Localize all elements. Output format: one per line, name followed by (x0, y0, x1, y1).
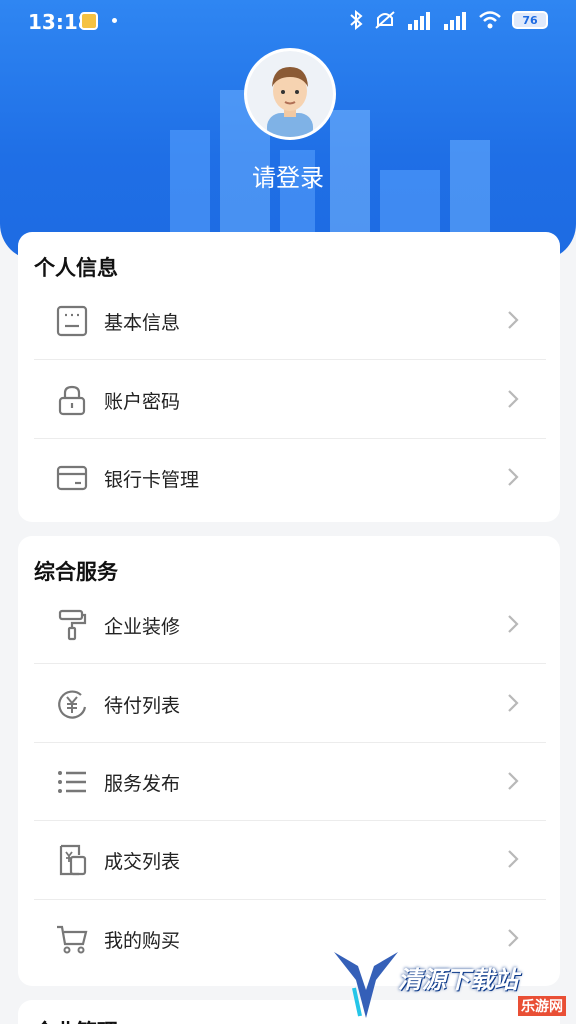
chevron-right-icon (508, 850, 519, 868)
services-title: 综合服务 (34, 560, 118, 584)
list-icon (54, 764, 90, 800)
divider (34, 663, 546, 664)
chevron-right-icon (508, 615, 519, 633)
menu-item-label: 我的购买 (104, 929, 181, 952)
personal-info-card: 个人信息 基本信息 账户密码 银行卡管理 (18, 232, 560, 522)
menu-item-account-password[interactable]: 账户密码 (34, 361, 546, 439)
watermark-subtext: 乐游网 (518, 996, 566, 1016)
status-bar: 13:18 76 (0, 0, 576, 44)
receipt-icon (54, 842, 90, 878)
menu-item-basic-info[interactable]: 基本信息 (34, 282, 546, 360)
personal-info-title: 个人信息 (34, 256, 118, 280)
wifi-icon (479, 11, 501, 29)
menu-item-label: 银行卡管理 (104, 468, 200, 491)
user-avatar-icon (247, 51, 333, 137)
watermark-text: 清源下载站 (398, 966, 518, 994)
chevron-right-icon (508, 390, 519, 408)
id-card-icon (54, 303, 90, 339)
menu-item-enterprise-decoration[interactable]: 企业装修 (34, 586, 546, 664)
bank-card-icon (54, 460, 90, 496)
menu-item-label: 成交列表 (104, 850, 181, 873)
services-card: 综合服务 企业装修 待付列表 服务发布 成交列表 我的购买 (18, 536, 560, 986)
menu-item-pending-payment[interactable]: 待付列表 (34, 665, 546, 743)
lock-icon (54, 382, 90, 418)
menu-item-service-publish[interactable]: 服务发布 (34, 743, 546, 821)
chevron-right-icon (508, 694, 519, 712)
divider (34, 359, 546, 360)
menu-item-label: 基本信息 (104, 311, 181, 334)
profile-header: 13:18 76 请登录 (0, 0, 576, 260)
signal-icon-2 (444, 12, 466, 30)
mute-icon (375, 11, 395, 29)
menu-item-label: 服务发布 (104, 772, 181, 795)
chevron-right-icon (508, 468, 519, 486)
chevron-right-icon (508, 772, 519, 790)
status-icons: 76 (348, 10, 548, 30)
bluetooth-icon (350, 10, 363, 30)
menu-item-label: 账户密码 (104, 390, 181, 413)
battery-indicator: 76 (512, 11, 548, 29)
cart-icon (54, 921, 90, 957)
watermark-logo: 清源下载站 乐游网 (332, 946, 576, 1024)
notification-dot-icon (112, 18, 117, 23)
menu-item-label: 待付列表 (104, 694, 181, 717)
login-link[interactable]: 请登录 (0, 158, 576, 193)
enterprise-management-title: 企业管理 (34, 1016, 118, 1024)
avatar[interactable] (244, 48, 336, 140)
yen-circle-icon (54, 686, 90, 722)
notification-app-icon (80, 12, 98, 30)
menu-item-deal-list[interactable]: 成交列表 (34, 821, 546, 899)
menu-item-label: 企业装修 (104, 615, 181, 638)
signal-icon-1 (408, 12, 430, 30)
menu-item-bank-card[interactable]: 银行卡管理 (34, 439, 546, 517)
paint-roller-icon (54, 607, 90, 643)
chevron-right-icon (508, 311, 519, 329)
